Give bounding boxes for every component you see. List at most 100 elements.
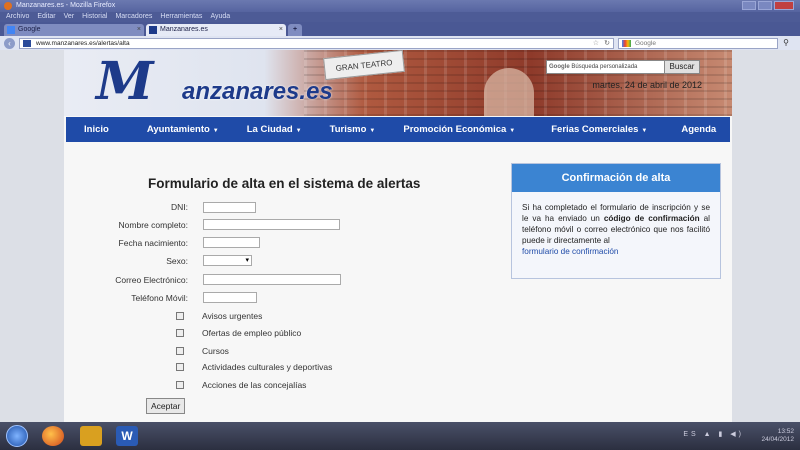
checkbox-label: Avisos urgentes — [202, 311, 263, 321]
checkbox-row[interactable]: Cursos — [176, 346, 229, 356]
menu-bar: Archivo Editar Ver Historial Marcadores … — [0, 12, 800, 22]
nav-label: Inicio — [84, 124, 109, 135]
window-controls — [742, 1, 794, 10]
nav-la-ciudad[interactable]: La Ciudad ▼ — [233, 124, 316, 135]
menu-editar[interactable]: Editar — [37, 12, 55, 22]
close-tab-icon[interactable]: × — [137, 24, 141, 36]
site-search-input[interactable]: Google Búsqueda personalizada — [546, 60, 666, 74]
nav-ferias-comerciales[interactable]: Ferias Comerciales ▼ — [529, 124, 661, 135]
tray-icons[interactable]: ES ▲ ▮ ◀) — [683, 430, 744, 438]
bookmark-star-icon[interactable]: ☆ — [593, 39, 599, 48]
menu-herramientas[interactable]: Herramientas — [160, 12, 202, 22]
dropdown-caret-icon: ▼ — [509, 128, 516, 134]
taskbar: W ES ▲ ▮ ◀) 13:52 24/04/2012 — [0, 422, 800, 450]
nav-label: La Ciudad — [246, 124, 293, 135]
word-taskbar-icon[interactable]: W — [116, 426, 138, 446]
new-tab-button[interactable]: + — [288, 24, 302, 36]
nav-label: Promoción Económica — [403, 124, 507, 135]
nav-ayuntamiento[interactable]: Ayuntamiento ▼ — [133, 124, 233, 135]
checkbox-row[interactable]: Avisos urgentes — [176, 311, 262, 321]
window-titlebar: Manzanares.es - Mozilla Firefox — [0, 0, 800, 12]
url-text: www.manzanares.es/alertas/alta — [36, 39, 130, 47]
confirmation-code-emphasis: código de confirmación — [603, 214, 700, 223]
fecha-label: Fecha nacimiento: — [118, 238, 188, 248]
dni-field[interactable] — [203, 202, 256, 213]
checkbox-label: Cursos — [202, 346, 229, 356]
site-favicon-icon — [149, 26, 157, 34]
navigation-bar: ‹ www.manzanares.es/alertas/alta ☆ ↻ Goo… — [0, 36, 800, 50]
nav-label: Ferias Comerciales — [551, 124, 639, 135]
checkbox-label: Actividades culturales y deportivas — [202, 362, 333, 372]
system-clock[interactable]: 13:52 24/04/2012 — [761, 428, 794, 444]
nav-label: Ayuntamiento — [146, 124, 210, 135]
email-field[interactable] — [203, 274, 341, 285]
checkbox-label: Acciones de las concejalías — [202, 380, 307, 390]
confirmation-panel: Confirmación de alta Si ha completado el… — [511, 163, 721, 279]
checkbox-concejalias[interactable] — [176, 381, 184, 389]
logo-initial[interactable]: M — [96, 56, 154, 108]
start-button[interactable] — [6, 425, 28, 447]
dni-label: DNI: — [171, 202, 188, 212]
google-engine-icon — [622, 39, 631, 47]
checkbox-label: Ofertas de empleo público — [202, 328, 302, 338]
tab-manzanares[interactable]: Manzanares.es × — [146, 24, 286, 36]
confirmation-text: Si ha completado el formulario de inscri… — [512, 192, 720, 257]
nombre-field[interactable] — [203, 219, 340, 230]
nav-promocion-economica[interactable]: Promoción Económica ▼ — [389, 124, 529, 135]
close-tab-icon[interactable]: × — [279, 24, 283, 36]
checkbox-row[interactable]: Ofertas de empleo público — [176, 328, 301, 338]
url-bar[interactable]: www.manzanares.es/alertas/alta ☆ ↻ — [19, 37, 614, 49]
outlook-taskbar-icon[interactable] — [80, 426, 102, 446]
tab-google[interactable]: Google × — [4, 24, 144, 36]
clock-date: 24/04/2012 — [761, 436, 794, 443]
nav-agenda[interactable]: Agenda — [661, 124, 730, 135]
site-search-button[interactable]: Buscar — [664, 60, 700, 74]
current-date: martes, 24 de abril de 2012 — [592, 80, 702, 90]
maximize-button[interactable] — [758, 1, 772, 10]
confirmation-form-link[interactable]: formulario de confirmación — [522, 247, 618, 256]
nav-turismo[interactable]: Turismo ▼ — [316, 124, 390, 135]
firefox-icon — [4, 2, 12, 10]
checkbox-row[interactable]: Actividades culturales y deportivas — [176, 362, 332, 372]
reload-icon[interactable]: ↻ — [604, 39, 610, 48]
logo-text[interactable]: anzanares.es — [182, 78, 333, 106]
fecha-nacimiento-field[interactable] — [203, 237, 260, 248]
site-header: GRAN TEATRO M anzanares.es Google Búsque… — [64, 50, 732, 116]
close-window-button[interactable] — [774, 1, 794, 10]
site-search-placeholder: Búsqueda personalizada — [571, 64, 638, 70]
chevron-down-icon: ▾ — [245, 257, 249, 264]
sexo-select[interactable]: ▾ — [203, 255, 252, 266]
nav-inicio[interactable]: Inicio — [66, 124, 133, 135]
minimize-button[interactable] — [742, 1, 756, 10]
page-viewport: GRAN TEATRO M anzanares.es Google Búsque… — [0, 50, 800, 422]
main-navigation: Inicio Ayuntamiento ▼ La Ciudad ▼ Turismo ▼… — [66, 117, 730, 142]
clock-time: 13:52 — [777, 428, 794, 435]
tab-label: Manzanares.es — [160, 26, 208, 33]
page: GRAN TEATRO M anzanares.es Google Búsque… — [64, 50, 732, 422]
checkbox-avisos[interactable] — [176, 312, 184, 320]
back-button[interactable]: ‹ — [4, 37, 15, 49]
window-title: Manzanares.es - Mozilla Firefox — [16, 2, 116, 9]
aceptar-button[interactable]: Aceptar — [146, 398, 186, 414]
language-indicator[interactable]: ES — [683, 431, 698, 438]
tab-bar: Google × Manzanares.es × + — [0, 22, 800, 36]
checkbox-row[interactable]: Acciones de las concejalías — [176, 380, 306, 390]
checkbox-actividades[interactable] — [176, 363, 184, 371]
tab-label: Google — [18, 26, 41, 33]
telefono-field[interactable] — [203, 292, 257, 303]
site-favicon-icon — [23, 39, 31, 47]
dropdown-caret-icon: ▼ — [641, 128, 648, 134]
sexo-label: Sexo: — [166, 256, 188, 266]
browser-search-box[interactable]: Google ⚲ — [618, 37, 789, 49]
checkbox-empleo[interactable] — [176, 329, 184, 337]
firefox-taskbar-icon[interactable] — [42, 426, 64, 446]
dropdown-caret-icon: ▼ — [212, 128, 219, 134]
search-icon[interactable]: ⚲ — [783, 38, 789, 47]
menu-ver[interactable]: Ver — [64, 12, 75, 22]
menu-marcadores[interactable]: Marcadores — [115, 12, 152, 22]
search-placeholder: Google — [635, 39, 656, 47]
menu-archivo[interactable]: Archivo — [6, 12, 29, 22]
menu-historial[interactable]: Historial — [82, 12, 107, 22]
menu-ayuda[interactable]: Ayuda — [210, 12, 230, 22]
checkbox-cursos[interactable] — [176, 347, 184, 355]
